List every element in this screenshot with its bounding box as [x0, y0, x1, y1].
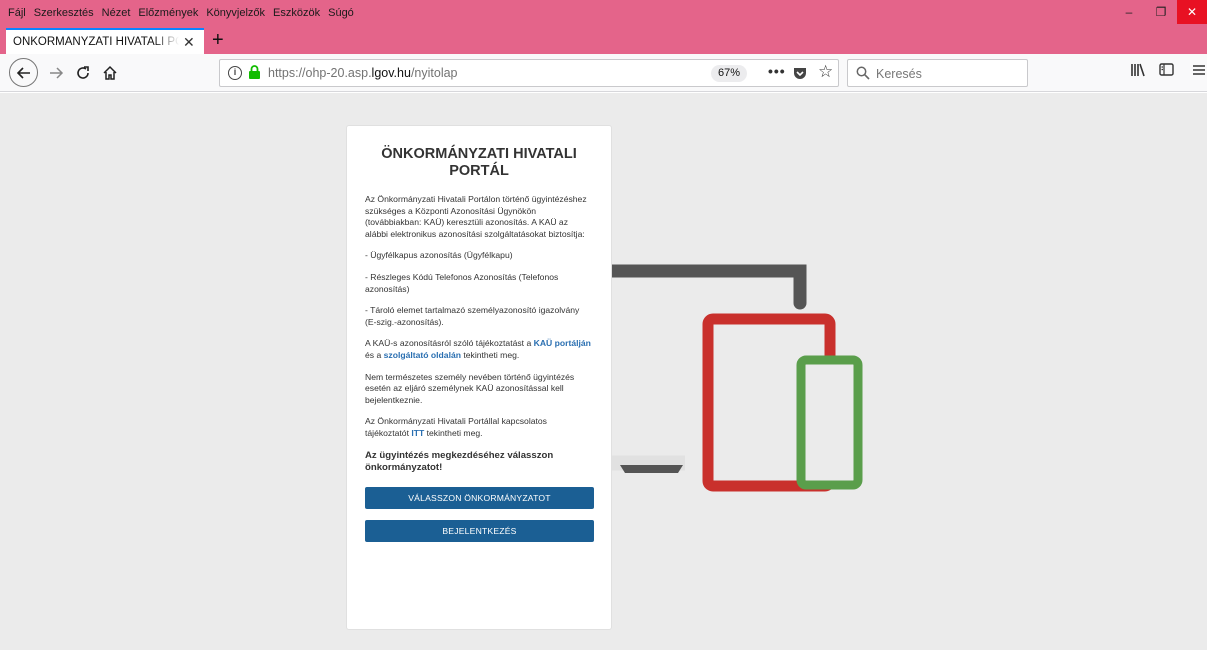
home-button[interactable] — [97, 60, 123, 86]
search-input[interactable]: Keresés — [876, 67, 922, 81]
menu-history[interactable]: Előzmények — [138, 7, 198, 19]
login-button[interactable]: BEJELENTKEZÉS — [365, 519, 594, 542]
option-ugyfelkapu: - Ügyfélkapus azonosítás (Ügyfélkapu) — [365, 250, 513, 261]
reload-icon — [77, 66, 89, 79]
provider-page-link[interactable]: szolgáltató oldalán — [384, 350, 461, 360]
tab-strip: ÖNKORMÁNYZATI HIVATALI PORTÁL ✕ + — [0, 28, 1207, 54]
kau-portal-link[interactable]: KAÜ portálján — [534, 338, 591, 348]
menu-tools[interactable]: Eszközök — [273, 7, 320, 19]
lock-icon[interactable] — [248, 65, 261, 85]
arrow-left-icon — [16, 66, 30, 79]
menu-file[interactable]: Fájl — [8, 7, 26, 19]
menu-edit[interactable]: Szerkesztés — [34, 7, 94, 19]
tab-close-icon[interactable]: ✕ — [183, 34, 195, 51]
menu-help[interactable]: Súgó — [328, 7, 354, 19]
login-card: ÖNKORMÁNYZATI HIVATALI PORTÁL Az Önkormá… — [346, 125, 612, 630]
forward-button[interactable] — [43, 60, 69, 86]
close-window-button[interactable]: ✕ — [1177, 0, 1207, 24]
home-icon — [103, 65, 117, 80]
arrow-right-icon — [50, 67, 64, 79]
url-text[interactable]: https://ohp-20.asp.lgov.hu/nyitolap — [268, 66, 458, 80]
window-controls: – ❐ ✕ — [1113, 0, 1207, 24]
tab-active[interactable]: ÖNKORMÁNYZATI HIVATALI PORTÁL ✕ — [6, 28, 204, 54]
portal-info-text: Az Önkormányzati Hivatali Portállal kapc… — [365, 416, 547, 438]
minimize-button[interactable]: – — [1113, 0, 1145, 24]
info-text: A KAÜ-s azonosításról szóló tájékoztatás… — [365, 338, 591, 360]
url-bar[interactable]: i https://ohp-20.asp.lgov.hu/nyitolap 67… — [219, 59, 839, 87]
menu-view[interactable]: Nézet — [102, 7, 131, 19]
option-telefonos: - Részleges Kódú Telefonos Azonosítás (T… — [365, 271, 559, 294]
bookmark-star-icon[interactable]: ☆ — [818, 62, 833, 82]
search-bar[interactable]: Keresés — [847, 59, 1028, 87]
intro-text: Az Önkormányzati Hivatali Portálon törté… — [365, 194, 587, 239]
sidebar-icon[interactable] — [1159, 63, 1174, 80]
search-icon — [856, 66, 870, 85]
reload-button[interactable] — [70, 60, 96, 86]
itt-link[interactable]: ITT — [411, 428, 424, 438]
library-icon[interactable] — [1130, 63, 1146, 81]
card-title: ÖNKORMÁNYZATI HIVATALI PORTÁL — [381, 146, 577, 179]
navigation-bar: i https://ohp-20.asp.lgov.hu/nyitolap 67… — [0, 54, 1207, 92]
pocket-icon[interactable] — [793, 66, 807, 85]
back-button[interactable] — [9, 58, 38, 87]
cta-text: Az ügyintézés megkezdéséhez válasszon ön… — [365, 449, 554, 473]
page-actions-icon[interactable]: ••• — [768, 63, 786, 79]
option-eszig: - Tároló elemet tartalmazó személyazonos… — [365, 305, 580, 327]
legal-text: Nem természetes személy nevében történő … — [365, 371, 575, 405]
new-tab-button[interactable]: + — [212, 30, 224, 50]
menu-bar: Fájl Szerkesztés Nézet Előzmények Könyvj… — [0, 0, 1207, 28]
tab-title: ÖNKORMÁNYZATI HIVATALI PORTÁL — [13, 36, 179, 48]
restore-button[interactable]: ❐ — [1145, 0, 1177, 24]
info-icon[interactable]: i — [228, 66, 242, 80]
page-content: ÖNKORMÁNYZATI HIVATALI PORTÁL Az Önkormá… — [0, 93, 1207, 650]
hamburger-menu-icon[interactable] — [1193, 63, 1205, 80]
zoom-indicator[interactable]: 67% — [711, 65, 748, 82]
select-municipality-button[interactable]: VÁLASSZON ÖNKORMÁNYZATOT — [365, 486, 594, 509]
menu-items: Fájl Szerkesztés Nézet Előzmények Könyvj… — [0, 0, 362, 19]
menu-bookmarks[interactable]: Könyvjelzők — [206, 7, 265, 19]
